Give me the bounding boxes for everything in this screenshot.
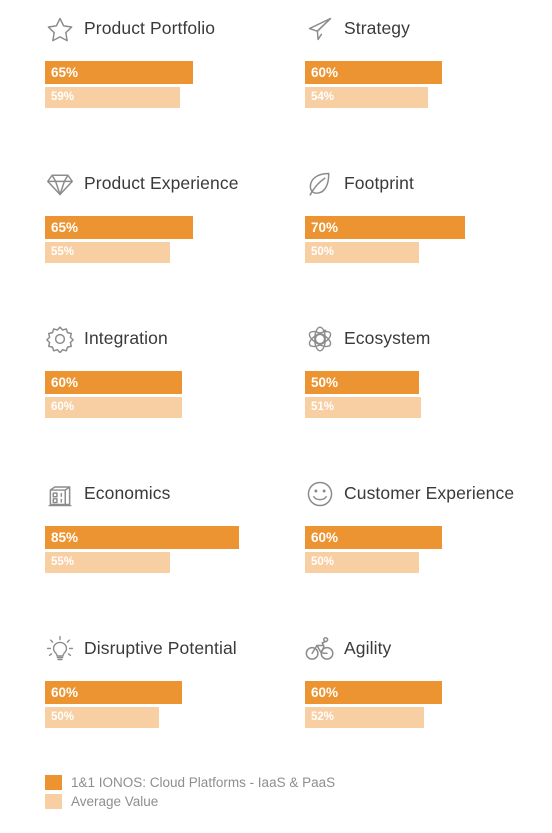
leaf-icon (305, 169, 335, 199)
criterion-label: Agility (344, 638, 392, 659)
secondary-bar: 52% (305, 707, 424, 728)
primary-bar-value: 65% (51, 64, 79, 80)
criterion-economics: Economics 85% 55% (45, 473, 305, 628)
criterion-ecosystem: Ecosystem 50% 51% (305, 318, 552, 473)
diamond-icon (45, 169, 75, 199)
secondary-bar: 50% (45, 707, 159, 728)
primary-bar: 60% (305, 61, 442, 84)
criterion-header: Product Experience (45, 163, 305, 205)
criterion-label: Integration (84, 328, 168, 349)
criterion-bars: 65% 59% (45, 61, 305, 108)
criterion-product-portfolio: Product Portfolio 65% 59% (45, 8, 305, 163)
criterion-bars: 50% 51% (305, 371, 552, 418)
star-icon (45, 14, 75, 44)
secondary-bar: 55% (45, 242, 171, 263)
criterion-bars: 70% 50% (305, 216, 552, 263)
legend-swatch (45, 794, 62, 809)
primary-bar-value: 70% (311, 219, 339, 235)
criterion-header: Customer Experience (305, 473, 552, 515)
secondary-bar-value: 59% (51, 90, 75, 103)
primary-bar: 60% (45, 681, 182, 704)
criterion-header: Strategy (305, 8, 552, 50)
secondary-bar: 55% (45, 552, 171, 573)
primary-bar: 85% (45, 526, 239, 549)
secondary-bar-value: 50% (51, 710, 75, 723)
criterion-product-experience: Product Experience 65% 55% (45, 163, 305, 318)
chart-legend: 1&1 IONOS: Cloud Platforms - IaaS & PaaS… (45, 775, 335, 809)
primary-bar: 70% (305, 216, 465, 239)
secondary-bar: 54% (305, 87, 429, 108)
secondary-bar-value: 55% (51, 555, 75, 568)
criterion-header: Integration (45, 318, 305, 360)
criterion-footprint: Footprint 70% 50% (305, 163, 552, 318)
building-icon (45, 479, 75, 509)
gear-icon (45, 324, 75, 354)
primary-bar-value: 60% (311, 64, 339, 80)
legend-label: 1&1 IONOS: Cloud Platforms - IaaS & PaaS (71, 774, 336, 790)
criteria-grid: Product Portfolio 65% 59% Strategy 60% 54% Pro… (0, 0, 552, 783)
criterion-header: Agility (305, 628, 552, 670)
criterion-bars: 65% 55% (45, 216, 305, 263)
criterion-bars: 60% 50% (45, 681, 305, 728)
secondary-bar: 50% (305, 242, 419, 263)
secondary-bar-value: 51% (311, 400, 335, 413)
primary-bar: 60% (305, 526, 442, 549)
primary-bar-value: 60% (311, 529, 339, 545)
criterion-label: Economics (84, 483, 171, 504)
legend-swatch (45, 775, 62, 790)
smiley-icon (305, 479, 335, 509)
primary-bar-value: 65% (51, 219, 79, 235)
secondary-bar-value: 60% (51, 400, 75, 413)
secondary-bar: 59% (45, 87, 180, 108)
atom-icon (305, 324, 335, 354)
primary-bar: 50% (305, 371, 419, 394)
criterion-strategy: Strategy 60% 54% (305, 8, 552, 163)
criterion-label: Product Experience (84, 173, 239, 194)
primary-bar: 65% (45, 61, 194, 84)
legend-item: 1&1 IONOS: Cloud Platforms - IaaS & PaaS (45, 775, 335, 790)
criterion-disruptive-potential: Disruptive Potential 60% 50% (45, 628, 305, 783)
secondary-bar-value: 52% (311, 710, 335, 723)
criterion-label: Customer Experience (344, 483, 515, 504)
primary-bar-value: 50% (311, 374, 339, 390)
bicycle-icon (305, 634, 335, 664)
criterion-bars: 60% 54% (305, 61, 552, 108)
criterion-header: Product Portfolio (45, 8, 305, 50)
criterion-bars: 60% 50% (305, 526, 552, 573)
criterion-header: Footprint (305, 163, 552, 205)
primary-bar: 65% (45, 216, 194, 239)
criterion-bars: 85% 55% (45, 526, 305, 573)
criterion-header: Disruptive Potential (45, 628, 305, 670)
criterion-bars: 60% 60% (45, 371, 305, 418)
legend-label: Average Value (71, 793, 159, 809)
criterion-agility: Agility 60% 52% (305, 628, 552, 783)
criteria-bar-chart: Product Portfolio 65% 59% Strategy 60% 54% Pro… (0, 0, 552, 833)
secondary-bar-value: 50% (311, 245, 335, 258)
secondary-bar-value: 50% (311, 555, 335, 568)
paper-plane-icon (305, 14, 335, 44)
primary-bar: 60% (305, 681, 442, 704)
primary-bar-value: 60% (51, 684, 79, 700)
primary-bar-value: 60% (51, 374, 79, 390)
secondary-bar: 51% (305, 397, 422, 418)
criterion-label: Strategy (344, 18, 410, 39)
legend-item: Average Value (45, 794, 335, 809)
secondary-bar-value: 55% (51, 245, 75, 258)
primary-bar-value: 60% (311, 684, 339, 700)
primary-bar-value: 85% (51, 529, 79, 545)
criterion-bars: 60% 52% (305, 681, 552, 728)
criterion-label: Footprint (344, 173, 414, 194)
criterion-customer-experience: Customer Experience 60% 50% (305, 473, 552, 628)
criterion-header: Ecosystem (305, 318, 552, 360)
criterion-label: Ecosystem (344, 328, 431, 349)
lightbulb-icon (45, 634, 75, 664)
secondary-bar: 60% (45, 397, 182, 418)
secondary-bar-value: 54% (311, 90, 335, 103)
criterion-label: Disruptive Potential (84, 638, 237, 659)
primary-bar: 60% (45, 371, 182, 394)
secondary-bar: 50% (305, 552, 419, 573)
criterion-label: Product Portfolio (84, 18, 216, 39)
criterion-integration: Integration 60% 60% (45, 318, 305, 473)
criterion-header: Economics (45, 473, 305, 515)
